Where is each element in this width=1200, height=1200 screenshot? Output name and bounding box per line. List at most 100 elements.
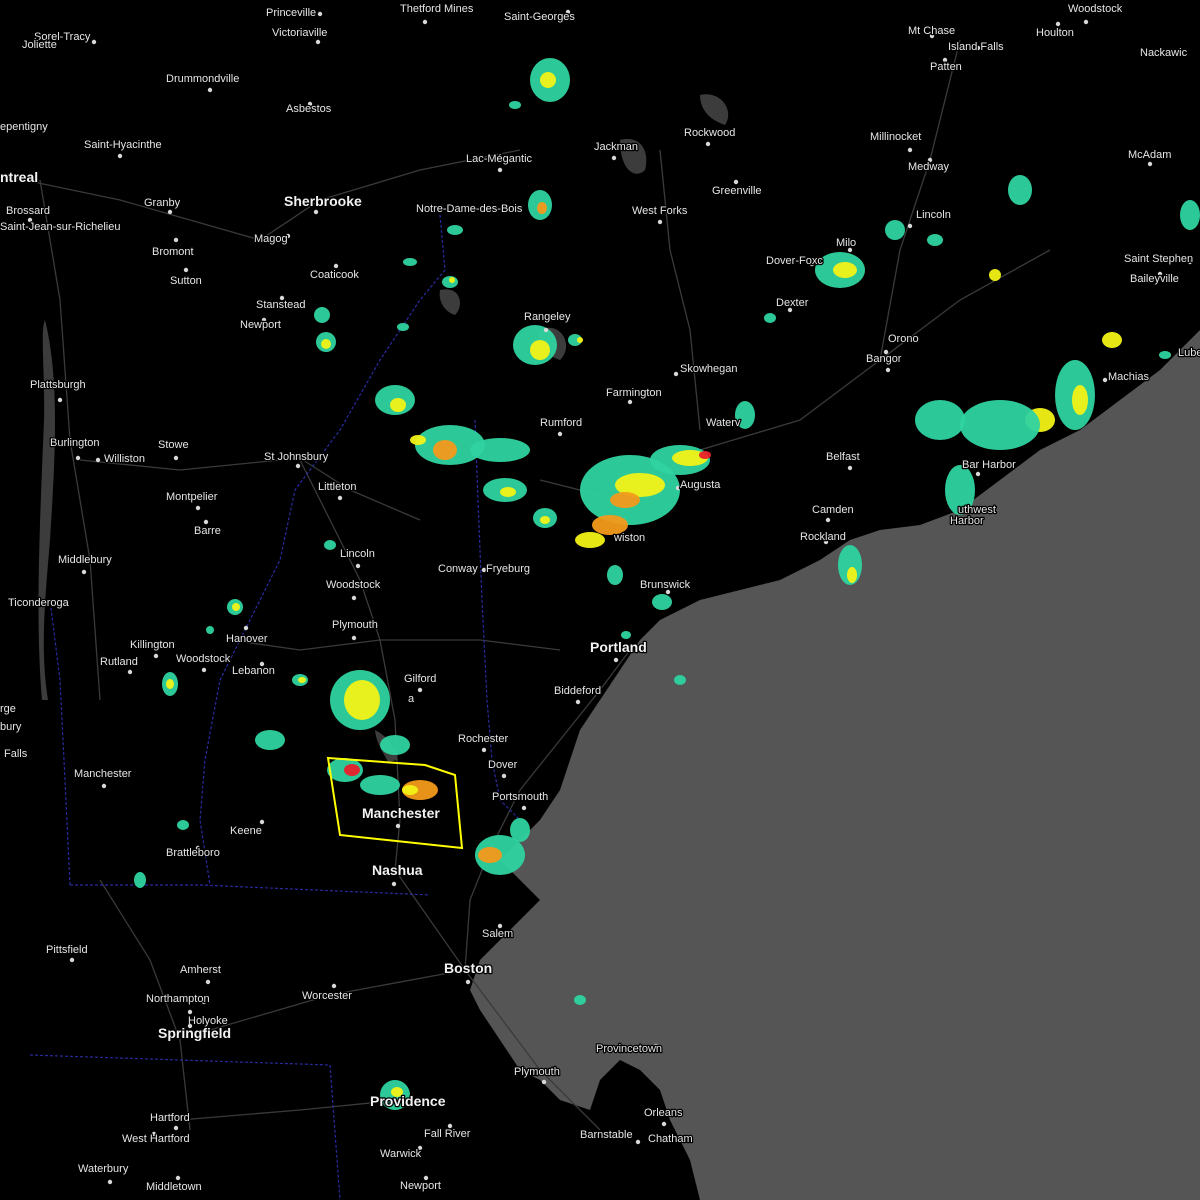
place-label-ticonderoga[interactable]: Ticonderoga: [7, 596, 71, 611]
place-label-saint-stephen[interactable]: Saint Stephen: [1123, 252, 1195, 267]
place-label-dexter[interactable]: Dexter: [775, 296, 810, 311]
place-label-fall-river[interactable]: Fall River: [423, 1127, 472, 1142]
place-label-rockland[interactable]: Rockland: [799, 530, 847, 545]
place-label-skowhegan[interactable]: Skowhegan: [679, 362, 739, 377]
place-label-saint-jean[interactable]: Saint-Jean-sur-Richelieu: [0, 220, 122, 235]
place-label-conway[interactable]: Conway: [437, 562, 480, 577]
place-label-nashua[interactable]: Nashua: [371, 861, 424, 880]
place-label-killington[interactable]: Killington: [129, 638, 176, 653]
place-label-milo[interactable]: Milo: [835, 236, 858, 251]
place-label-provincetown[interactable]: Provincetown: [595, 1042, 664, 1057]
place-label-newport-vt[interactable]: Newport: [239, 318, 282, 333]
place-label-waterville[interactable]: Waterv: [705, 416, 742, 431]
place-label-patten[interactable]: Patten: [929, 60, 963, 75]
place-label-lewiston[interactable]: wiston: [612, 531, 647, 546]
place-label-springfield[interactable]: Springfield: [157, 1024, 233, 1043]
place-label-providence[interactable]: Providence: [369, 1092, 447, 1111]
place-label-woodstock-nb[interactable]: Woodstock: [1067, 2, 1124, 17]
place-label-keene[interactable]: Keene: [229, 824, 263, 839]
place-label-joliette[interactable]: Joliette: [21, 38, 58, 53]
place-label-medway[interactable]: Medway: [907, 160, 951, 175]
place-label-amherst[interactable]: Amherst: [179, 963, 222, 978]
place-label-bangor[interactable]: Bangor: [865, 352, 903, 367]
place-label-plattsburgh[interactable]: Plattsburgh: [29, 378, 87, 393]
place-label-barnstable[interactable]: Barnstable: [579, 1128, 634, 1143]
place-label-sutton[interactable]: Sutton: [169, 274, 203, 289]
place-label-rockwood[interactable]: Rockwood: [683, 126, 737, 141]
place-label-rochester[interactable]: Rochester: [457, 732, 510, 747]
place-label-northampton[interactable]: Northampton: [145, 992, 211, 1007]
place-label-greenville[interactable]: Greenville: [711, 184, 763, 199]
place-label-notre-dame-des-bois[interactable]: Notre-Dame-des-Bois: [415, 202, 524, 217]
place-label-george[interactable]: rge: [0, 702, 17, 717]
place-label-brossard[interactable]: Brossard: [5, 204, 52, 219]
place-label-repentigny[interactable]: epentigny: [0, 120, 49, 135]
place-label-west-hartford[interactable]: West Hartford: [121, 1132, 191, 1147]
place-label-lebanon[interactable]: Lebanon: [231, 664, 276, 679]
place-label-montpelier[interactable]: Montpelier: [165, 490, 219, 505]
place-label-camden[interactable]: Camden: [811, 503, 855, 518]
place-label-portland[interactable]: Portland: [589, 638, 648, 657]
place-label-st-johnsbury[interactable]: St Johnsbury: [263, 450, 330, 465]
place-label-newport-ri[interactable]: Newport: [399, 1179, 442, 1194]
place-label-orleans[interactable]: Orleans: [643, 1106, 685, 1121]
place-label-thetford-mines[interactable]: Thetford Mines: [399, 2, 475, 17]
place-label-stanstead[interactable]: Stanstead: [255, 298, 307, 313]
place-label-plymouth-ma[interactable]: Plymouth: [513, 1065, 561, 1080]
place-label-sudbury[interactable]: bury: [0, 720, 23, 735]
place-label-hanover[interactable]: Hanover: [225, 632, 269, 647]
place-label-waterbury[interactable]: Waterbury: [77, 1162, 130, 1177]
place-label-mcadam[interactable]: McAdam: [1127, 148, 1173, 163]
place-label-machias[interactable]: Machias: [1107, 370, 1151, 385]
place-label-woodstock-vt[interactable]: Woodstock: [175, 652, 232, 667]
place-label-pittsfield[interactable]: Pittsfield: [45, 943, 89, 958]
place-label-lincoln-nh[interactable]: Lincoln: [339, 547, 376, 562]
place-label-augusta[interactable]: Augusta: [679, 478, 723, 493]
place-label-gilford[interactable]: Gilford: [403, 672, 438, 687]
place-label-worcester[interactable]: Worcester: [301, 989, 354, 1004]
place-label-asbestos[interactable]: Asbestos: [285, 102, 333, 117]
place-label-coaticook[interactable]: Coaticook: [309, 268, 361, 283]
place-label-lincoln-me[interactable]: Lincoln: [915, 208, 952, 223]
place-label-middlebury[interactable]: Middlebury: [57, 553, 114, 568]
place-label-hartford[interactable]: Hartford: [149, 1111, 191, 1126]
place-label-fryeburg[interactable]: Fryeburg: [485, 562, 532, 577]
place-label-warwick[interactable]: Warwick: [379, 1147, 423, 1162]
place-label-salem[interactable]: Salem: [481, 927, 515, 942]
place-label-island-falls[interactable]: Island Falls: [947, 40, 1006, 55]
place-label-littleton[interactable]: Littleton: [317, 480, 358, 495]
place-label-west-forks[interactable]: West Forks: [631, 204, 689, 219]
place-label-mt-chase[interactable]: Mt Chase: [907, 24, 957, 39]
place-label-plymouth-nh[interactable]: Plymouth: [331, 618, 379, 633]
place-label-orono[interactable]: Orono: [887, 332, 920, 347]
place-label-manchester-nh[interactable]: Manchester: [361, 804, 442, 823]
place-label-rangeley[interactable]: Rangeley: [523, 310, 572, 325]
place-label-princeville[interactable]: Princeville: [265, 6, 318, 21]
place-label-stowe[interactable]: Stowe: [157, 438, 190, 453]
place-label-sherbrooke[interactable]: Sherbrooke: [283, 192, 364, 211]
place-label-brattleboro[interactable]: Brattleboro: [165, 846, 221, 861]
place-label-lac-megantic[interactable]: Lac-Mégantic: [465, 152, 534, 167]
place-label-belfast[interactable]: Belfast: [825, 450, 861, 465]
place-label-victoriaville[interactable]: Victoriaville: [271, 26, 329, 41]
place-label-middletown[interactable]: Middletown: [145, 1180, 203, 1195]
place-label-barre[interactable]: Barre: [193, 524, 222, 539]
place-label-falls[interactable]: Falls: [3, 747, 29, 762]
place-label-baileyville[interactable]: Baileyville: [1129, 272, 1180, 287]
place-label-rumford[interactable]: Rumford: [539, 416, 584, 431]
place-label-drummondville[interactable]: Drummondville: [165, 72, 241, 87]
place-label-southwest-harbor-2[interactable]: Harbor: [949, 514, 985, 529]
place-label-woodstock-nh[interactable]: Woodstock: [325, 578, 382, 593]
place-label-bar-harbor[interactable]: Bar Harbor: [961, 458, 1018, 473]
place-label-portsmouth[interactable]: Portsmouth: [491, 790, 550, 805]
place-label-chatham[interactable]: Chatham: [647, 1132, 694, 1147]
place-label-bromont[interactable]: Bromont: [151, 245, 195, 260]
place-label-brunswick[interactable]: Brunswick: [639, 578, 692, 593]
place-label-saint-hyacinthe[interactable]: Saint-Hyacinthe: [83, 138, 163, 153]
place-label-magog[interactable]: Magog: [253, 232, 289, 247]
place-label-millinocket[interactable]: Millinocket: [869, 130, 923, 145]
place-label-manchester-vt[interactable]: Manchester: [73, 767, 133, 782]
place-label-nackawic[interactable]: Nackawic: [1139, 46, 1189, 61]
place-label-biddeford[interactable]: Biddeford: [553, 684, 603, 699]
place-label-houlton[interactable]: Houlton: [1035, 26, 1075, 41]
